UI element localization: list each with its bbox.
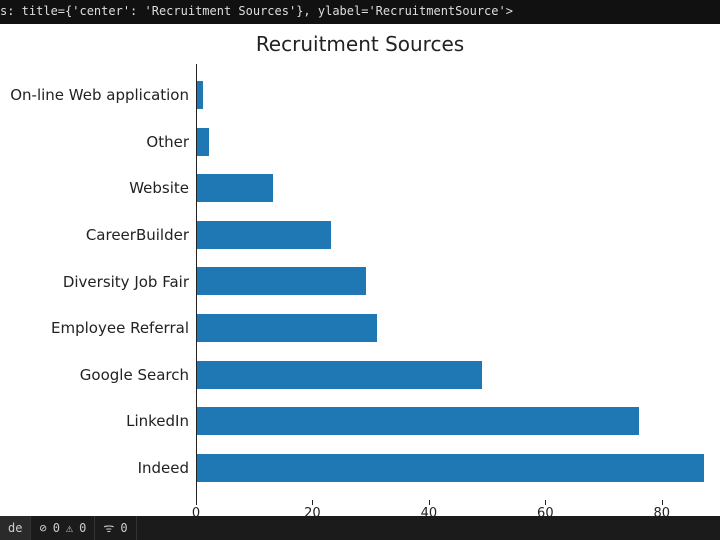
bar-label: Employee Referral xyxy=(51,319,189,337)
bar xyxy=(197,267,366,295)
bar-label: Google Search xyxy=(80,366,189,384)
chart-area: Recruitment Sources On-line Web applicat… xyxy=(0,24,720,500)
tick-mark xyxy=(545,500,546,505)
statusbar: de ⊘ 0 ⚠ 0 ᯤ 0 xyxy=(0,516,720,540)
warning-icon: ⚠ xyxy=(66,516,73,540)
status-left[interactable]: de xyxy=(0,516,31,540)
bar xyxy=(197,314,377,342)
status-left-label: de xyxy=(8,516,22,540)
bar-label: Diversity Job Fair xyxy=(63,273,189,291)
no-error-icon: ⊘ xyxy=(39,516,46,540)
bar-label: CareerBuilder xyxy=(86,226,189,244)
bar-label: On-line Web application xyxy=(10,86,189,104)
notebook-output-repr: s: title={'center': 'Recruitment Sources… xyxy=(0,0,720,24)
status-ports[interactable]: ᯤ 0 xyxy=(95,516,136,540)
bar xyxy=(197,174,273,202)
bar xyxy=(197,454,704,482)
plot-axes: On-line Web applicationOtherWebsiteCaree… xyxy=(196,64,720,500)
bars-container: On-line Web applicationOtherWebsiteCaree… xyxy=(197,72,720,492)
tick-mark xyxy=(429,500,430,505)
bar xyxy=(197,407,639,435)
tick-mark xyxy=(312,500,313,505)
bar-row: CareerBuilder xyxy=(197,212,720,259)
bar-row: Employee Referral xyxy=(197,305,720,352)
bar-label: Other xyxy=(146,133,189,151)
bar-row: On-line Web application xyxy=(197,72,720,119)
bar xyxy=(197,361,482,389)
code-text: s: title={'center': 'Recruitment Sources… xyxy=(0,4,513,18)
bar-row: Diversity Job Fair xyxy=(197,258,720,305)
status-problems[interactable]: ⊘ 0 ⚠ 0 xyxy=(31,516,95,540)
bar-row: Google Search xyxy=(197,352,720,399)
bar xyxy=(197,81,203,109)
error-count: 0 xyxy=(53,516,60,540)
ports-count: 0 xyxy=(120,516,127,540)
chart-title: Recruitment Sources xyxy=(0,32,720,56)
bar-row: Website xyxy=(197,165,720,212)
bar-label: Website xyxy=(129,179,189,197)
bar-label: LinkedIn xyxy=(126,412,189,430)
bar xyxy=(197,128,209,156)
bar-row: Other xyxy=(197,119,720,166)
radio-tower-icon: ᯤ xyxy=(103,516,114,540)
bar-row: LinkedIn xyxy=(197,398,720,445)
bar-row: Indeed xyxy=(197,445,720,492)
bar xyxy=(197,221,331,249)
warning-count: 0 xyxy=(79,516,86,540)
bar-label: Indeed xyxy=(138,459,189,477)
tick-mark xyxy=(196,500,197,505)
tick-mark xyxy=(662,500,663,505)
